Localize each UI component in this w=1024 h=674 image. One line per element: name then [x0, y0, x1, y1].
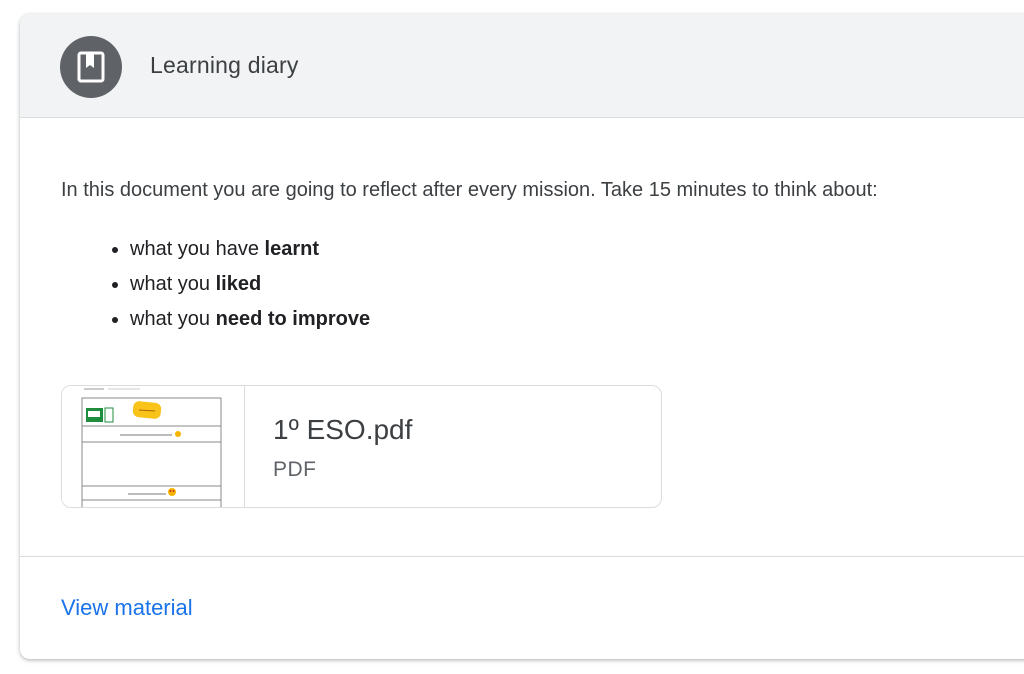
- list-item: what you have learnt: [130, 235, 370, 270]
- material-description: In this document you are going to reflec…: [61, 179, 878, 201]
- bookmark-book-icon: [77, 51, 105, 83]
- list-item: what you need to improve: [130, 305, 370, 340]
- reflection-list: what you have learnt what you liked what…: [61, 235, 370, 340]
- card-title: Learning diary: [150, 52, 299, 78]
- attachment-type: PDF: [273, 458, 317, 481]
- material-card: Learning diary In this document you are …: [20, 14, 1024, 659]
- attachment-pdf[interactable]: 1º ESO.pdf PDF: [61, 385, 662, 508]
- view-material-link[interactable]: View material: [61, 595, 193, 621]
- list-item: what you liked: [130, 270, 370, 305]
- material-avatar: [60, 36, 122, 98]
- footer-divider: [20, 556, 1024, 557]
- pdf-preview-thumbnail: [62, 386, 245, 507]
- card-header[interactable]: Learning diary: [20, 14, 1024, 118]
- attachment-name: 1º ESO.pdf: [273, 414, 413, 445]
